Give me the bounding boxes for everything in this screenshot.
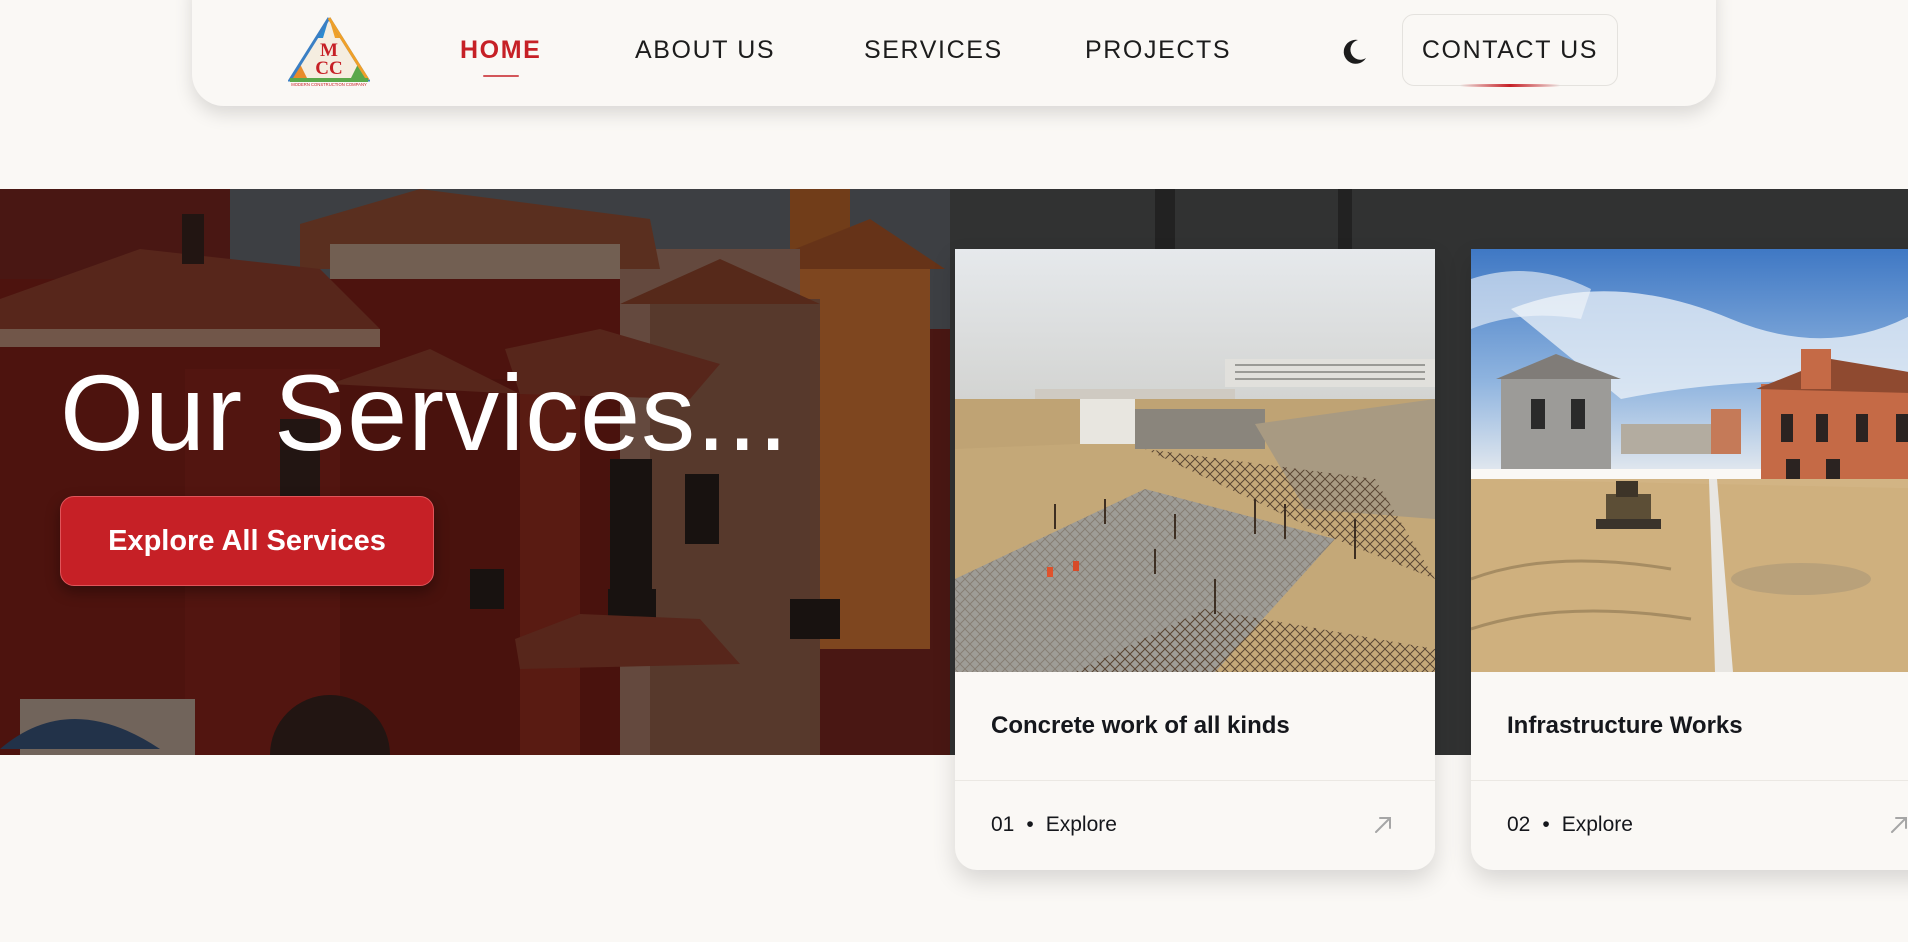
card-explore-link[interactable]: Explore	[1046, 813, 1117, 836]
card-image-infrastructure-site	[1471, 249, 1908, 672]
hero-title: Our Services...	[60, 352, 790, 473]
logo-triangle-icon: M CC MODERN CONSTRUCTION COMPANY	[287, 17, 371, 87]
card-divider	[955, 780, 1435, 781]
explore-all-services-button[interactable]: Explore All Services	[60, 496, 434, 586]
service-card-concrete[interactable]: Concrete work of all kinds 01 • Explore	[955, 249, 1435, 870]
card-explore-link[interactable]: Explore	[1562, 813, 1633, 836]
card-image-concrete-site	[955, 249, 1435, 672]
nav-link-services[interactable]: SERVICES	[864, 36, 1003, 65]
service-card-infrastructure[interactable]: Infrastructure Works 02 • Explore	[1471, 249, 1908, 870]
card-footer: 02 • Explore	[1507, 813, 1633, 837]
top-navbar: M CC MODERN CONSTRUCTION COMPANY HOME AB…	[192, 0, 1716, 106]
nav-link-home[interactable]: HOME	[460, 36, 541, 65]
card-title: Concrete work of all kinds	[991, 712, 1290, 739]
moon-icon	[1343, 39, 1366, 64]
svg-text:CC: CC	[315, 58, 342, 79]
contact-us-button[interactable]: CONTACT US	[1402, 14, 1618, 86]
card-number: 02	[1507, 813, 1531, 836]
card-title: Infrastructure Works	[1507, 712, 1743, 739]
arrow-up-right-icon[interactable]	[1371, 813, 1395, 837]
card-separator: •	[1026, 813, 1034, 836]
card-footer: 01 • Explore	[991, 813, 1117, 837]
card-divider	[1471, 780, 1908, 781]
nav-link-projects[interactable]: PROJECTS	[1085, 36, 1231, 65]
company-logo[interactable]: M CC MODERN CONSTRUCTION COMPANY	[287, 16, 371, 88]
svg-text:MODERN CONSTRUCTION COMPANY: MODERN CONSTRUCTION COMPANY	[291, 82, 367, 87]
nav-link-about-us[interactable]: ABOUT US	[635, 36, 775, 65]
arrow-up-right-icon[interactable]	[1887, 813, 1908, 837]
theme-toggle-moon-icon[interactable]	[1338, 36, 1370, 68]
card-separator: •	[1542, 813, 1550, 836]
card-number: 01	[991, 813, 1015, 836]
